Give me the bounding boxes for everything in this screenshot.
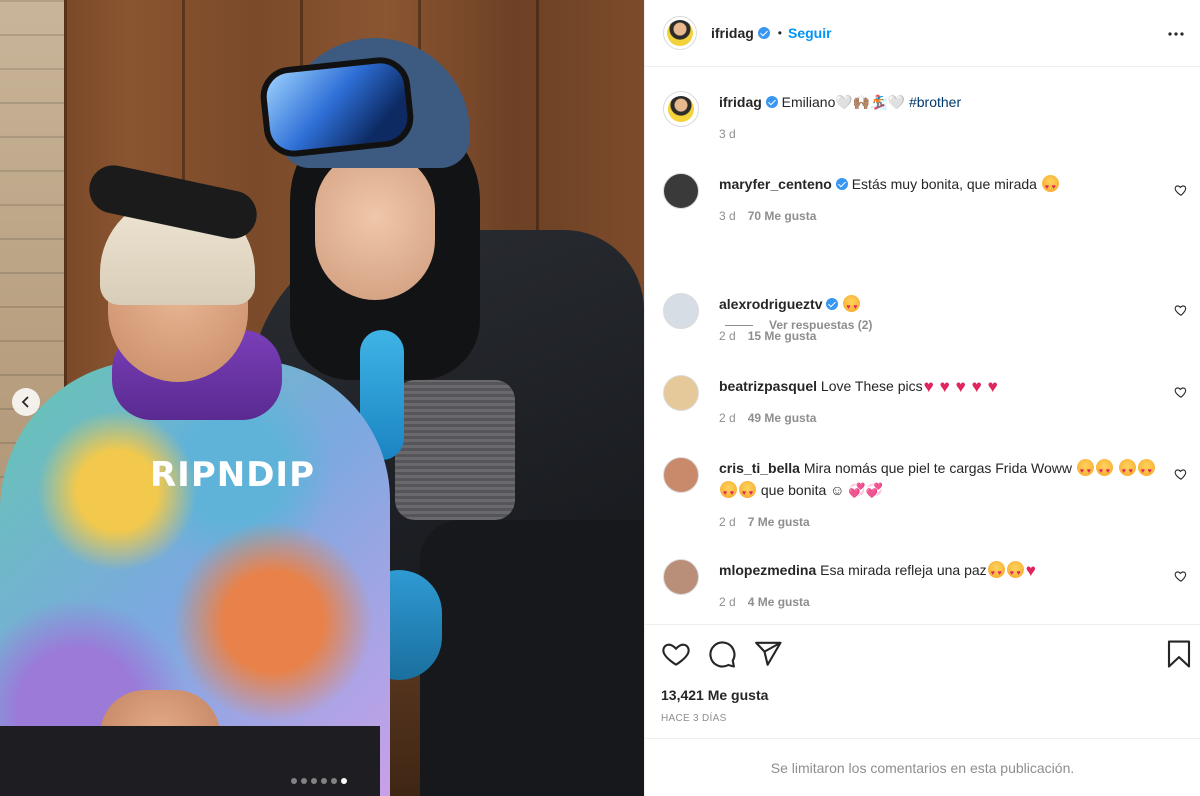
carousel-dot-active xyxy=(341,778,347,784)
comment-text: Mira nomás que piel te cargas Frida Woww xyxy=(803,460,1073,476)
heart-eyes-emoji xyxy=(739,481,756,505)
commenter-username[interactable]: cris_ti_bella xyxy=(719,460,800,476)
comments-limited-notice: Se limitaron los comentarios en esta pub… xyxy=(645,738,1200,796)
red-heart-emoji: ♥ xyxy=(971,377,982,396)
carousel-prev-button[interactable] xyxy=(12,388,40,416)
comment-item: alexrodrigueztv 2 d 15 Me gusta xyxy=(663,293,1188,343)
comment-time: 2 d xyxy=(719,329,736,343)
comment-text-continued: que bonita ☺ 💞💞 xyxy=(760,482,884,498)
comment-like-heart-icon[interactable] xyxy=(1174,303,1188,317)
commenter-avatar[interactable] xyxy=(663,173,699,209)
heart-eyes-emoji xyxy=(1006,561,1024,585)
comment-likes[interactable]: 15 Me gusta xyxy=(748,329,817,343)
commenter-username[interactable]: maryfer_centeno xyxy=(719,176,832,192)
more-options-icon xyxy=(1168,32,1184,36)
commenter-avatar[interactable] xyxy=(663,375,699,411)
comment-like-heart-icon[interactable] xyxy=(1174,569,1188,583)
caption-username[interactable]: ifridag xyxy=(719,94,762,110)
commenter-avatar[interactable] xyxy=(663,559,699,595)
verified-badge-icon xyxy=(826,298,839,310)
commenter-username[interactable]: beatrizpasquel xyxy=(719,378,817,394)
commenter-username[interactable]: alexrodrigueztv xyxy=(719,296,822,312)
commenter-username[interactable]: mlopezmedina xyxy=(719,562,816,578)
post-timestamp: HACE 3 DÍAS xyxy=(661,713,727,724)
red-heart-emoji: ♥ xyxy=(923,377,934,396)
red-heart-emoji: ♥ xyxy=(955,377,966,396)
photo-hoodie-print: RIPNDIP xyxy=(150,455,315,495)
heart-eyes-emoji xyxy=(1041,175,1059,199)
caption: ifridag Emiliano🤍🙌🏽🏂🏼🤍 #brother 3 d xyxy=(663,91,1188,141)
caption-time: 3 d xyxy=(719,127,736,141)
bookmark-icon[interactable] xyxy=(1164,639,1194,669)
post-side-panel: ifridag • Seguir ifridag Emiliano🤍🙌🏽🏂🏼🤍 … xyxy=(644,0,1200,796)
comment-text: Love These pics xyxy=(820,378,923,394)
comment-likes[interactable]: 49 Me gusta xyxy=(748,411,817,425)
instagram-post: RIPNDIP ifridag • Seguir ifridag Emilian… xyxy=(0,0,1200,796)
commenter-avatar[interactable] xyxy=(663,293,699,329)
chevron-left-icon xyxy=(21,396,29,408)
post-actions: 13,421 Me gusta HACE 3 DÍAS xyxy=(645,624,1200,738)
heart-eyes-emoji xyxy=(720,481,737,505)
heart-eyes-emoji xyxy=(843,295,861,319)
more-options-button[interactable] xyxy=(1166,24,1186,44)
heart-eyes-emoji xyxy=(1137,459,1155,483)
heart-eyes-emoji xyxy=(1076,459,1094,483)
verified-badge-icon xyxy=(765,96,778,108)
comment-text: Estás muy bonita, que mirada xyxy=(851,176,1037,192)
heart-eyes-emoji xyxy=(1095,459,1113,483)
heart-icon[interactable] xyxy=(661,639,691,669)
red-heart-emoji: ♥ xyxy=(987,377,998,396)
comment-text: Esa mirada refleja una paz xyxy=(820,562,987,578)
red-heart-emoji: ♥ xyxy=(1025,561,1036,580)
caption-text: Emiliano🤍🙌🏽🏂🏼🤍 xyxy=(781,94,906,110)
comment-likes[interactable]: 70 Me gusta xyxy=(748,209,817,223)
comment-item: mlopezmedina Esa mirada refleja una paz ♥… xyxy=(663,559,1188,609)
carousel-dot xyxy=(331,778,337,784)
comment-likes[interactable]: 4 Me gusta xyxy=(748,595,810,609)
heart-eyes-emoji xyxy=(1118,459,1136,483)
share-icon[interactable] xyxy=(753,639,783,669)
comment-like-heart-icon[interactable] xyxy=(1174,385,1188,399)
like-count[interactable]: 13,421 Me gusta xyxy=(661,687,1184,703)
comment-time: 2 d xyxy=(719,515,736,529)
caption-hashtag[interactable]: #brother xyxy=(909,94,961,110)
verified-badge-icon xyxy=(835,178,848,190)
comment-likes[interactable]: 7 Me gusta xyxy=(748,515,810,529)
follow-button[interactable]: Seguir xyxy=(788,25,832,41)
post-photo[interactable]: RIPNDIP xyxy=(0,0,644,796)
carousel-dot xyxy=(291,778,297,784)
post-header: ifridag • Seguir xyxy=(645,0,1200,67)
commenter-avatar[interactable] xyxy=(663,457,699,493)
author-avatar[interactable] xyxy=(663,16,697,50)
verified-badge-icon xyxy=(757,27,770,39)
comment-time: 3 d xyxy=(719,209,736,223)
comment-item: beatrizpasquel Love These pics♥ ♥ ♥ ♥ ♥ … xyxy=(663,375,1188,425)
comment-like-heart-icon[interactable] xyxy=(1174,467,1188,481)
raising-hands-emoji xyxy=(987,561,1005,585)
comment-item: maryfer_centeno Estás muy bonita, que mi… xyxy=(663,173,1188,223)
author-username[interactable]: ifridag xyxy=(711,25,754,41)
comments-list[interactable]: ifridag Emiliano🤍🙌🏽🏂🏼🤍 #brother 3 d mary… xyxy=(645,67,1200,624)
carousel-dot xyxy=(311,778,317,784)
comment-time: 2 d xyxy=(719,411,736,425)
carousel-indicator xyxy=(291,778,347,784)
author-avatar[interactable] xyxy=(663,91,699,127)
header-separator: • xyxy=(777,26,782,40)
comment-like-heart-icon[interactable] xyxy=(1174,183,1188,197)
red-heart-emoji: ♥ xyxy=(939,377,950,396)
carousel-dot xyxy=(301,778,307,784)
comment-time: 2 d xyxy=(719,595,736,609)
comment-icon[interactable] xyxy=(707,639,737,669)
comment-item: cris_ti_bella Mira nomás que piel te car… xyxy=(663,457,1188,529)
carousel-dot xyxy=(321,778,327,784)
